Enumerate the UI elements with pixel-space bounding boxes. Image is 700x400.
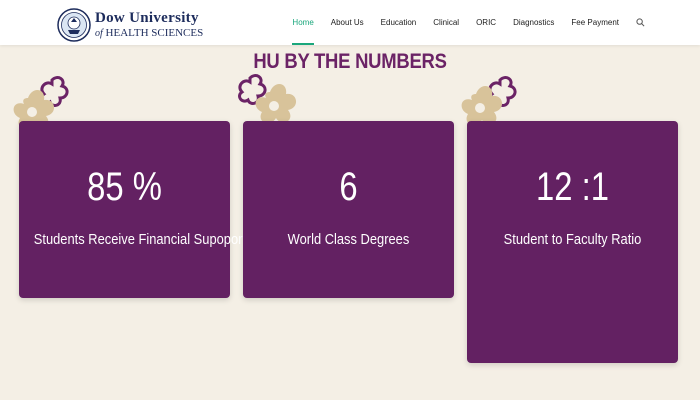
stat-label: World Class Degrees [287,231,410,248]
logo-title: Dow University [95,10,199,26]
main-nav: Home About Us Education Clinical ORIC Di… [275,0,645,45]
nav-home[interactable]: Home [292,0,315,45]
logo-subtitle: of HEALTH SCIENCES [95,27,204,39]
nav-about-us[interactable]: About Us [331,0,364,45]
site-header: Dow University of HEALTH SCIENCES Home A… [0,0,700,45]
university-logo[interactable]: Dow University of HEALTH SCIENCES [57,8,209,42]
stat-value: 12 :1 [536,165,609,209]
stat-card-degrees: 6 World Class Degrees [243,121,454,298]
nav-diagnostics[interactable]: Diagnostics [513,0,554,45]
search-icon[interactable] [636,18,645,27]
stat-value: 6 [339,165,358,209]
nav-clinical[interactable]: Clinical [433,0,459,45]
stat-card-faculty-ratio: 12 :1 Student to Faculty Ratio [467,121,678,363]
nav-fee-payment[interactable]: Fee Payment [571,0,619,45]
stat-card-financial-support: 85 % Students Receive Financial Supoport [19,121,247,298]
stat-label: Student to Faculty Ratio [503,231,642,248]
stat-value: 85 % [87,165,162,209]
university-seal-icon [57,8,91,42]
section-title: HU BY THE NUMBERS [253,50,447,73]
stat-label: Students Receive Financial Supoport [33,231,247,248]
nav-education[interactable]: Education [381,0,417,45]
nav-oric[interactable]: ORIC [476,0,496,45]
